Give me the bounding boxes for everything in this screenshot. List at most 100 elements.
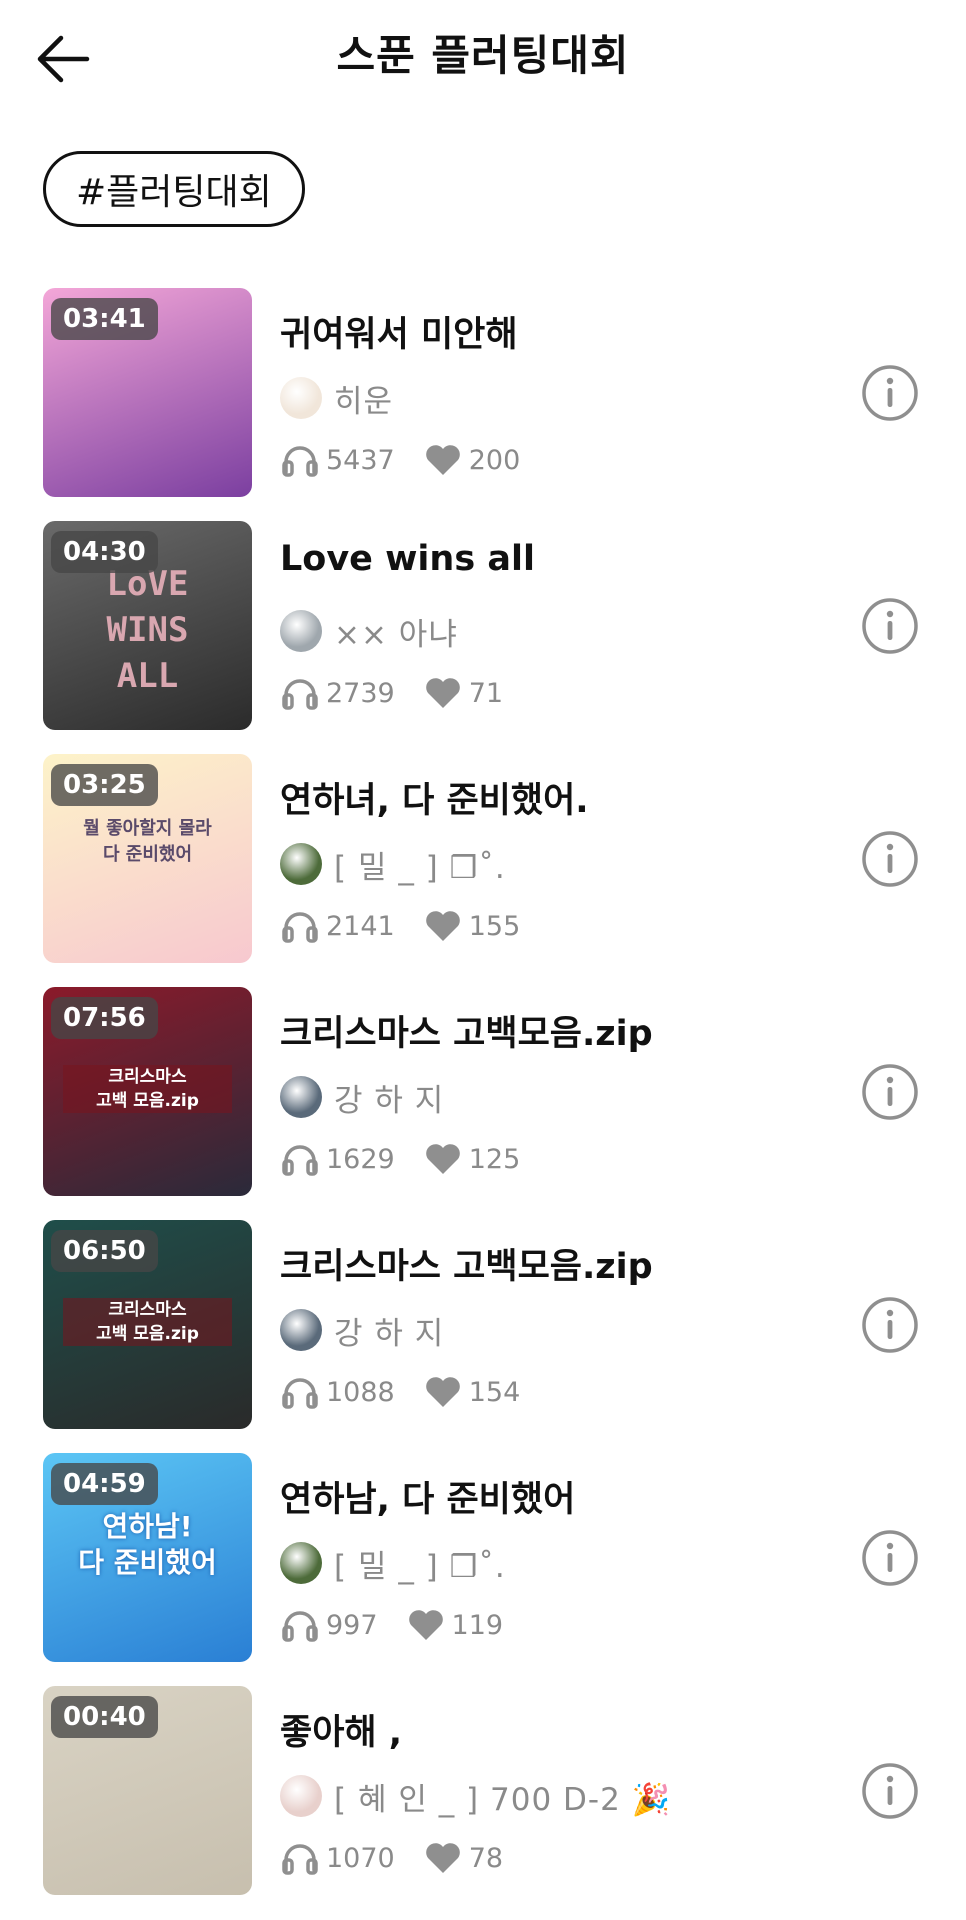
track-author[interactable]: 강 하 지 [280,1075,444,1119]
thumbnail-text: 연하남! 다 준비했어 [78,1510,217,1579]
headphones-icon [280,906,320,946]
track-title[interactable]: 연하남, 다 준비했어 [280,1471,575,1522]
duration-badge: 06:50 [51,1230,158,1272]
track-title[interactable]: 좋아해 , [280,1704,402,1755]
author-name: 히운 [334,383,394,420]
headphones-icon [280,1838,320,1878]
duration-badge: 04:30 [51,531,158,573]
headphones-icon [280,1139,320,1179]
track-stats: 997 119 [280,1605,531,1645]
like-count: 125 [468,1143,521,1175]
heart-icon [423,906,463,946]
track-stats: 1088 154 [280,1372,548,1412]
listen-count: 1088 [326,1376,395,1408]
like-count: 154 [468,1376,521,1408]
track-row[interactable]: LoVE WINS ALL 04:30 Love wins all ×× 아냐 2739… [0,521,966,731]
avatar [280,1309,322,1351]
avatar [280,1542,322,1584]
thumbnail-text: 크리스마스 고백 모음.zip [63,1065,232,1113]
info-icon [862,1530,918,1586]
listen-count: 2739 [326,677,395,709]
avatar [280,843,322,885]
track-thumbnail[interactable]: 크리스마스 고백 모음.zip 07:56 [43,987,252,1196]
heart-icon [423,673,463,713]
author-name: [ 밀 _ ] ❒˚. [334,849,506,886]
avatar [280,377,322,419]
track-thumbnail[interactable]: 뭘 좋아할지 몰라 다 준비했어 03:25 [43,754,252,963]
track-row[interactable]: 크리스마스 고백 모음.zip 06:50 크리스마스 고백모음.zip 강 하 지 1… [0,1220,966,1430]
duration-badge: 03:25 [51,764,158,806]
track-author[interactable]: [ 혜 인 _ ] 700 D-2 🎉 [280,1774,671,1818]
info-icon [862,1763,918,1819]
duration-badge: 03:41 [51,298,158,340]
track-author[interactable]: ×× 아냐 [280,609,458,653]
like-count: 119 [451,1609,504,1641]
track-title[interactable]: 크리스마스 고백모음.zip [280,1238,653,1289]
info-icon [862,598,918,654]
duration-badge: 07:56 [51,997,158,1039]
listen-count: 997 [326,1609,378,1641]
like-count: 78 [468,1842,504,1874]
author-name: [ 혜 인 _ ] 700 D-2 🎉 [334,1781,672,1818]
info-button[interactable] [861,364,919,422]
heart-icon [423,1838,463,1878]
page-title: 스푼 플러팅대회 [336,31,630,80]
track-thumbnail[interactable]: 크리스마스 고백 모음.zip 06:50 [43,1220,252,1429]
author-name: ×× 아냐 [334,616,458,653]
track-thumbnail[interactable]: 연하남! 다 준비했어 04:59 [43,1453,252,1662]
track-title[interactable]: Love wins all [280,539,535,579]
avatar [280,610,322,652]
avatar [280,1775,322,1817]
track-row[interactable]: 뭘 좋아할지 몰라 다 준비했어 03:25 연하녀, 다 준비했어. [ 밀 _ ]… [0,754,966,964]
track-thumbnail[interactable]: 03:41 [43,288,252,497]
info-button[interactable] [861,830,919,888]
track-thumbnail[interactable]: LoVE WINS ALL 04:30 [43,521,252,730]
heart-icon [423,1372,463,1412]
headphones-icon [280,673,320,713]
info-button[interactable] [861,1762,919,1820]
thumbnail-text: LoVE WINS ALL [106,564,189,696]
info-icon [862,831,918,887]
track-stats: 2739 71 [280,673,531,713]
track-title[interactable]: 크리스마스 고백모음.zip [280,1005,653,1056]
duration-badge: 04:59 [51,1463,158,1505]
heart-icon [423,440,463,480]
info-button[interactable] [861,1529,919,1587]
track-stats: 5437 200 [280,440,548,480]
thumbnail-text: 크리스마스 고백 모음.zip [63,1298,232,1346]
track-row[interactable]: 크리스마스 고백 모음.zip 07:56 크리스마스 고백모음.zip 강 하 지 1… [0,987,966,1197]
info-icon [862,365,918,421]
track-stats: 2141 155 [280,906,548,946]
info-button[interactable] [861,1296,919,1354]
hashtag-chip[interactable]: #플러팅대회 [43,151,305,227]
track-row[interactable]: 03:41 귀여워서 미안해히운 5437 200 [0,288,966,498]
avatar [280,1076,322,1118]
info-button[interactable] [861,597,919,655]
track-row[interactable]: 00:40 좋아해 , [ 혜 인 _ ] 700 D-2 🎉 1070 78 [0,1686,966,1896]
listen-count: 5437 [326,444,395,476]
track-author[interactable]: 히운 [280,376,393,420]
track-author[interactable]: [ 밀 _ ] ❒˚. [280,1541,506,1585]
track-row[interactable]: 연하남! 다 준비했어 04:59 연하남, 다 준비했어 [ 밀 _ ] ❒˚. 99… [0,1453,966,1663]
info-icon [862,1297,918,1353]
heart-icon [423,1139,463,1179]
heart-icon [406,1605,446,1645]
track-thumbnail[interactable]: 00:40 [43,1686,252,1895]
listen-count: 2141 [326,910,395,942]
listen-count: 1629 [326,1143,395,1175]
track-author[interactable]: 강 하 지 [280,1308,444,1352]
info-button[interactable] [861,1063,919,1121]
header: 스푼 플러팅대회 [0,0,966,118]
track-stats: 1070 78 [280,1838,531,1878]
author-name: 강 하 지 [334,1315,445,1352]
author-name: [ 밀 _ ] ❒˚. [334,1548,506,1585]
track-title[interactable]: 연하녀, 다 준비했어. [280,772,589,823]
track-title[interactable]: 귀여워서 미안해 [280,306,518,357]
like-count: 155 [468,910,521,942]
track-author[interactable]: [ 밀 _ ] ❒˚. [280,842,506,886]
like-count: 200 [468,444,521,476]
listen-count: 1070 [326,1842,395,1874]
headphones-icon [280,1605,320,1645]
track-stats: 1629 125 [280,1139,548,1179]
duration-badge: 00:40 [51,1696,158,1738]
